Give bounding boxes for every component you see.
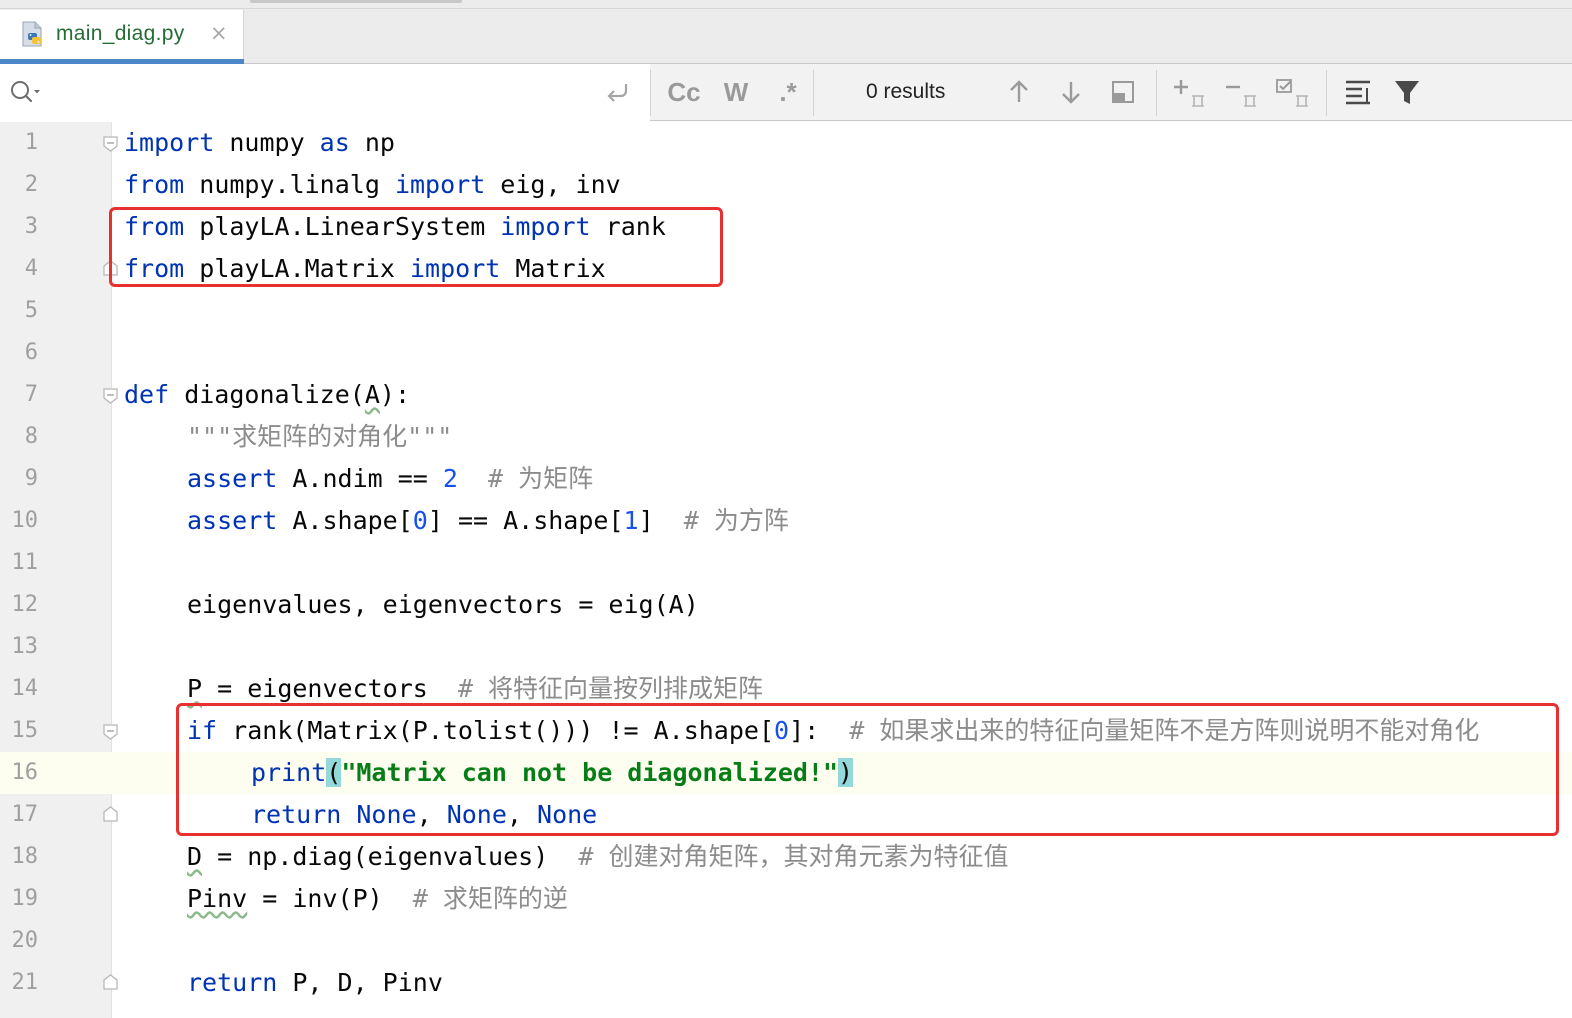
arrow-up-icon[interactable] bbox=[1004, 74, 1034, 110]
code-text: """求矩阵的对角化""" bbox=[187, 422, 453, 451]
regex-button[interactable]: .* bbox=[770, 74, 806, 110]
line-number: 7 bbox=[24, 382, 38, 407]
line-number: 18 bbox=[11, 844, 39, 869]
code-text: D = np.diag(eigenvalues) # 创建对角矩阵，其对角元素为… bbox=[187, 842, 1009, 871]
code-text: import numpy as np bbox=[124, 128, 395, 157]
newline-icon[interactable] bbox=[604, 78, 634, 108]
code-text: assert A.ndim == 2 # 为矩阵 bbox=[187, 464, 594, 493]
line-number: 14 bbox=[11, 676, 39, 701]
code-line[interactable]: 14 P = eigenvectors # 将特征向量按列排成矩阵 bbox=[0, 668, 1572, 710]
fold-icon[interactable] bbox=[102, 806, 119, 823]
line-number: 20 bbox=[11, 928, 39, 953]
search-box bbox=[0, 64, 650, 121]
fold-icon[interactable] bbox=[102, 135, 119, 152]
add-selection-icon[interactable] bbox=[1170, 74, 1208, 110]
close-icon[interactable]: × bbox=[210, 21, 228, 45]
line-number: 12 bbox=[11, 592, 39, 617]
fold-icon[interactable] bbox=[102, 974, 119, 991]
search-icon[interactable] bbox=[8, 78, 42, 106]
toolbar-separator bbox=[1326, 70, 1327, 116]
line-number: 11 bbox=[11, 550, 39, 575]
line-number: 19 bbox=[11, 886, 39, 911]
results-count: 0 results bbox=[866, 80, 946, 103]
open-in-window-icon[interactable] bbox=[1108, 74, 1138, 110]
brace-match: ( bbox=[326, 758, 342, 787]
code-line[interactable]: 6 bbox=[0, 332, 1572, 374]
filter-settings-icon[interactable] bbox=[1342, 74, 1376, 110]
tab-title: main_diag.py bbox=[56, 22, 185, 45]
code-line[interactable]: 3 from playLA.LinearSystem import rank bbox=[0, 206, 1572, 248]
line-number: 2 bbox=[24, 172, 38, 197]
toolbar-separator bbox=[813, 70, 814, 116]
code-line[interactable]: 7 def diagonalize(A): bbox=[0, 374, 1572, 416]
code-line[interactable]: 15 if rank(Matrix(P.tolist())) != A.shap… bbox=[0, 710, 1572, 752]
words-button[interactable]: W bbox=[718, 74, 754, 110]
code-line[interactable]: 12 eigenvalues, eigenvectors = eig(A) bbox=[0, 584, 1572, 626]
line-number: 16 bbox=[11, 760, 39, 785]
editor-tab-bar: main_diag.py × bbox=[0, 0, 1572, 64]
code-text: return None, None, None bbox=[251, 800, 598, 829]
code-line[interactable]: 10 assert A.shape[0] == A.shape[1] # 为方阵 bbox=[0, 500, 1572, 542]
code-text: def diagonalize(A): bbox=[124, 380, 410, 409]
code-line[interactable]: 1 import numpy as np bbox=[0, 122, 1572, 164]
match-case-button[interactable]: Cc bbox=[666, 74, 702, 110]
code-line[interactable]: 9 assert A.ndim == 2 # 为矩阵 bbox=[0, 458, 1572, 500]
toolbar-separator bbox=[1156, 70, 1157, 116]
brace-match: ) bbox=[838, 758, 854, 787]
line-number: 9 bbox=[24, 466, 38, 491]
code-text: from numpy.linalg import eig, inv bbox=[124, 170, 621, 199]
python-file-icon bbox=[22, 21, 42, 47]
fold-icon[interactable] bbox=[102, 387, 119, 404]
code-text: print("Matrix can not be diagonalized!") bbox=[251, 758, 854, 787]
line-number: 10 bbox=[11, 508, 39, 533]
code-text: return P, D, Pinv bbox=[187, 968, 443, 997]
line-number: 1 bbox=[24, 130, 38, 155]
select-all-icon[interactable] bbox=[1274, 74, 1312, 110]
code-text: P = eigenvectors # 将特征向量按列排成矩阵 bbox=[187, 674, 764, 703]
funnel-icon[interactable] bbox=[1390, 74, 1424, 110]
line-number: 17 bbox=[11, 802, 39, 827]
find-toolbar: Cc W .* 0 results bbox=[0, 64, 1572, 121]
arrow-down-icon[interactable] bbox=[1056, 74, 1086, 110]
line-number: 3 bbox=[24, 214, 38, 239]
remove-selection-icon[interactable] bbox=[1222, 74, 1260, 110]
code-line[interactable]: 18 D = np.diag(eigenvalues) # 创建对角矩阵，其对角… bbox=[0, 836, 1572, 878]
fold-icon[interactable] bbox=[102, 723, 119, 740]
code-editor[interactable]: 1 import numpy as np 2 from numpy.linalg… bbox=[0, 122, 1572, 1018]
line-number: 4 bbox=[24, 256, 38, 281]
code-text: eigenvalues, eigenvectors = eig(A) bbox=[187, 590, 699, 619]
line-number: 5 bbox=[24, 298, 38, 323]
code-line[interactable]: 13 bbox=[0, 626, 1572, 668]
code-text: assert A.shape[0] == A.shape[1] # 为方阵 bbox=[187, 506, 789, 535]
code-line[interactable]: 5 bbox=[0, 290, 1572, 332]
line-number: 15 bbox=[11, 718, 39, 743]
code-line[interactable]: 20 bbox=[0, 920, 1572, 962]
code-text: if rank(Matrix(P.tolist())) != A.shape[0… bbox=[187, 716, 1480, 745]
code-text: from playLA.LinearSystem import rank bbox=[124, 212, 666, 241]
tab-main-diag[interactable]: main_diag.py × bbox=[0, 10, 244, 64]
line-number: 13 bbox=[11, 634, 39, 659]
code-line[interactable]: 11 bbox=[0, 542, 1572, 584]
code-line-current[interactable]: 16 print("Matrix can not be diagonalized… bbox=[0, 752, 1572, 794]
tab-bar-scrollbar[interactable] bbox=[250, 0, 462, 3]
tab-bar-top-line bbox=[0, 8, 1572, 9]
code-line[interactable]: 19 Pinv = inv(P) # 求矩阵的逆 bbox=[0, 878, 1572, 920]
line-number: 8 bbox=[24, 424, 38, 449]
code-line[interactable]: 2 from numpy.linalg import eig, inv bbox=[0, 164, 1572, 206]
toolbar-separator bbox=[650, 70, 651, 116]
code-line[interactable]: 4 from playLA.Matrix import Matrix bbox=[0, 248, 1572, 290]
line-number: 21 bbox=[11, 970, 39, 995]
search-input[interactable] bbox=[48, 74, 588, 110]
fold-icon[interactable] bbox=[102, 260, 119, 277]
code-line[interactable]: 8 """求矩阵的对角化""" bbox=[0, 416, 1572, 458]
code-line[interactable]: 17 return None, None, None bbox=[0, 794, 1572, 836]
code-text: Pinv = inv(P) # 求矩阵的逆 bbox=[187, 884, 568, 913]
line-number: 6 bbox=[24, 340, 38, 365]
code-line[interactable]: 21 return P, D, Pinv bbox=[0, 962, 1572, 1004]
code-text: from playLA.Matrix import Matrix bbox=[124, 254, 606, 283]
